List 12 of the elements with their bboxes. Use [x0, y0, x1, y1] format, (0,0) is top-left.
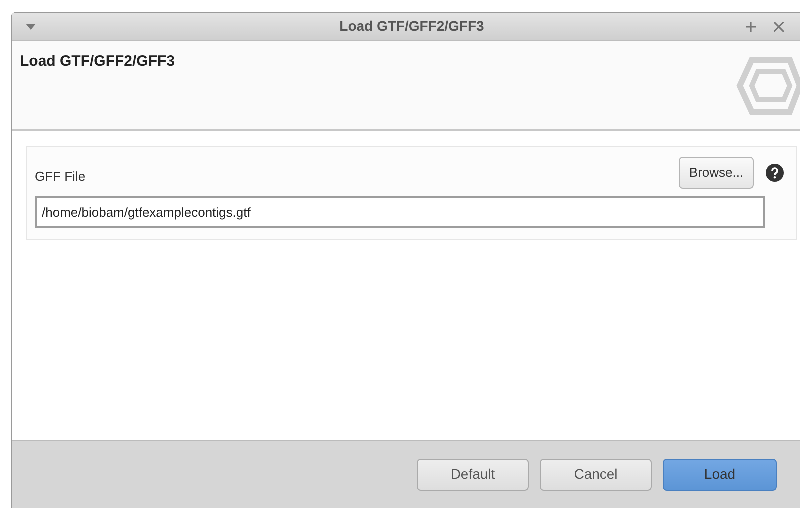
window-title: Load GTF/GFF2/GFF3 [338, 17, 486, 36]
browse-button[interactable]: Browse... [679, 157, 754, 189]
file-path-field[interactable]: /home/biobam/gtfexamplecontigs.gtf [35, 196, 765, 228]
dropdown-icon[interactable] [26, 24, 36, 30]
close-icon[interactable] [774, 22, 784, 32]
dialog-button[interactable]: Default [417, 458, 529, 490]
dialog-heading: Load GTF/GFF2/GFF3 [20, 52, 175, 72]
plus-icon[interactable] [746, 22, 756, 32]
help-icon[interactable] [766, 164, 784, 182]
dialog-button[interactable]: Cancel [540, 458, 652, 490]
load-button[interactable]: Load [663, 458, 777, 490]
field-label: GFF File [35, 168, 86, 186]
